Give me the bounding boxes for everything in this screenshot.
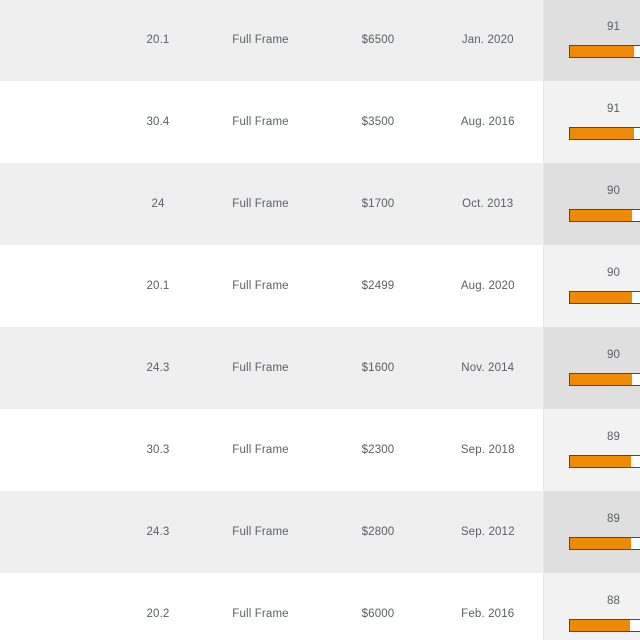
cell-megapixels: 20.1 — [118, 245, 198, 327]
cell-overall-score: 90 — [542, 163, 640, 245]
cell-camera-name: ark IV — [0, 81, 118, 163]
overall-score-bar — [568, 536, 640, 550]
overall-score-bar-fill — [569, 291, 633, 303]
cell-release-date: Sep. 2018 — [433, 409, 543, 491]
cell-price: $6500 — [323, 0, 433, 81]
overall-score-value: 91 — [606, 103, 621, 116]
table-row[interactable]: 30.3Full Frame$2300Sep. 20188924.5 — [0, 409, 640, 491]
overall-score-value: 88 — [606, 595, 621, 608]
overall-score-bar — [568, 290, 640, 304]
cell-price: $1700 — [323, 163, 433, 245]
cell-megapixels: 20.1 — [118, 0, 198, 81]
cell-price: $2499 — [323, 245, 433, 327]
cell-price: $1600 — [323, 327, 433, 409]
table-row[interactable]: 924.3Full Frame$2800Sep. 20128925.0 — [0, 491, 640, 573]
overall-score-bar — [568, 44, 640, 58]
camera-comparison-table: Mark III20.1Full Frame$6500Jan. 20209124… — [0, 0, 640, 640]
table-scroll-viewport[interactable]: Mark III20.1Full Frame$6500Jan. 20209124… — [0, 0, 640, 640]
cell-megapixels: 20.2 — [118, 573, 198, 640]
cell-price: $2300 — [323, 409, 433, 491]
cell-release-date: Oct. 2013 — [433, 163, 543, 245]
cell-release-date: Sep. 2012 — [433, 491, 543, 573]
cell-sensor: Full Frame — [198, 573, 323, 640]
cell-camera-name: Mark III — [0, 0, 118, 81]
cell-sensor: Full Frame — [198, 0, 323, 81]
overall-score-bar-fill — [569, 455, 632, 467]
cell-price: $3500 — [323, 81, 433, 163]
overall-score-bar — [568, 372, 640, 386]
cell-camera-name — [0, 327, 118, 409]
cell-megapixels: 24 — [118, 163, 198, 245]
overall-score-bar-fill — [569, 619, 631, 631]
cell-overall-score: 90 — [542, 245, 640, 327]
cell-release-date: Aug. 2016 — [433, 81, 543, 163]
cell-price: $2800 — [323, 491, 433, 573]
table-row[interactable]: 24.3Full Frame$1600Nov. 20149024.9 — [0, 327, 640, 409]
cell-overall-score: 88 — [542, 573, 640, 640]
cell-release-date: Aug. 2020 — [433, 245, 543, 327]
cell-overall-score: 89 — [542, 491, 640, 573]
cell-overall-score: 91 — [542, 81, 640, 163]
overall-score-bar-fill — [569, 373, 633, 385]
cell-sensor: Full Frame — [198, 409, 323, 491]
overall-score-value: 89 — [606, 431, 621, 444]
cell-release-date: Feb. 2016 — [433, 573, 543, 640]
cell-sensor: Full Frame — [198, 81, 323, 163]
table-row[interactable]: Mark II20.2Full Frame$6000Feb. 20168824.… — [0, 573, 640, 640]
overall-score-bar — [568, 618, 640, 632]
table-body: Mark III20.1Full Frame$6500Jan. 20209124… — [0, 0, 640, 640]
table-row[interactable]: 24Full Frame$1700Oct. 20139024.8 — [0, 163, 640, 245]
cell-sensor: Full Frame — [198, 245, 323, 327]
overall-score-bar — [568, 454, 640, 468]
cell-megapixels: 24.3 — [118, 327, 198, 409]
cell-overall-score: 90 — [542, 327, 640, 409]
overall-score-bar-fill — [569, 537, 632, 549]
table-row[interactable]: 20.1Full Frame$2499Aug. 20209024.2 — [0, 245, 640, 327]
cell-release-date: Jan. 2020 — [433, 0, 543, 81]
table-row[interactable]: ark IV30.4Full Frame$3500Aug. 20169124.8 — [0, 81, 640, 163]
table-row[interactable]: Mark III20.1Full Frame$6500Jan. 20209124… — [0, 0, 640, 81]
cell-overall-score: 89 — [542, 409, 640, 491]
overall-score-bar-fill — [569, 209, 633, 221]
cell-megapixels: 30.4 — [118, 81, 198, 163]
cell-sensor: Full Frame — [198, 163, 323, 245]
overall-score-bar — [568, 126, 640, 140]
overall-score-value: 90 — [606, 185, 621, 198]
cell-camera-name — [0, 409, 118, 491]
cell-camera-name — [0, 245, 118, 327]
cell-camera-name: 9 — [0, 491, 118, 573]
cell-megapixels: 24.3 — [118, 491, 198, 573]
cell-overall-score: 91 — [542, 0, 640, 81]
cell-release-date: Nov. 2014 — [433, 327, 543, 409]
cell-camera-name: Mark II — [0, 573, 118, 640]
cell-price: $6000 — [323, 573, 433, 640]
cell-sensor: Full Frame — [198, 327, 323, 409]
overall-score-value: 89 — [606, 513, 621, 526]
overall-score-bar-fill — [569, 45, 634, 57]
overall-score-value: 90 — [606, 349, 621, 362]
overall-score-bar — [568, 208, 640, 222]
overall-score-bar-fill — [569, 127, 634, 139]
cell-camera-name — [0, 163, 118, 245]
cell-sensor: Full Frame — [198, 491, 323, 573]
overall-score-value: 90 — [606, 267, 621, 280]
cell-megapixels: 30.3 — [118, 409, 198, 491]
overall-score-value: 91 — [606, 21, 621, 34]
